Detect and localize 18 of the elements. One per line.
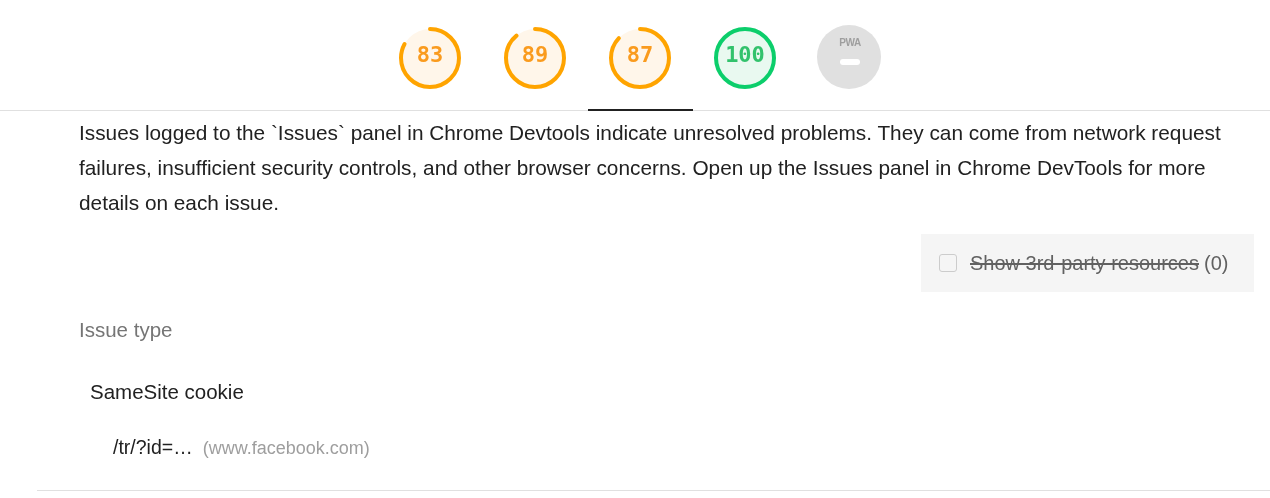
issue-host: (www.facebook.com) xyxy=(202,438,370,459)
dash-icon xyxy=(839,59,860,65)
filter-count: (0) xyxy=(1204,251,1229,275)
filter-label: Show 3rd-party resources xyxy=(970,251,1199,275)
description-text: Issues logged to the `Issues` panel in Chrome Devtools indicate unresolved problems. They can come from network request failures, insufficient security controls, and other browser concerns. Open up the Issues panel in Chrome DevTools for more details on each issue. xyxy=(79,120,1222,216)
score-value: 89 xyxy=(521,42,549,67)
score-tab[interactable]: 100 xyxy=(692,0,798,110)
score-tab[interactable]: 83 xyxy=(377,0,483,110)
score-value: 87 xyxy=(626,41,654,67)
score-value: 100 xyxy=(725,42,765,67)
issue-type: SameSite cookie xyxy=(90,380,245,404)
score-value: PWA xyxy=(838,37,862,48)
score-value: 83 xyxy=(416,42,444,67)
score-tab[interactable]: 87 xyxy=(587,0,693,111)
column-header: Issue type xyxy=(79,318,174,342)
issue-url: /tr/?id=… xyxy=(113,436,193,459)
score-tab[interactable]: 89 xyxy=(482,0,588,110)
score-tab[interactable]: PWA xyxy=(797,0,903,110)
